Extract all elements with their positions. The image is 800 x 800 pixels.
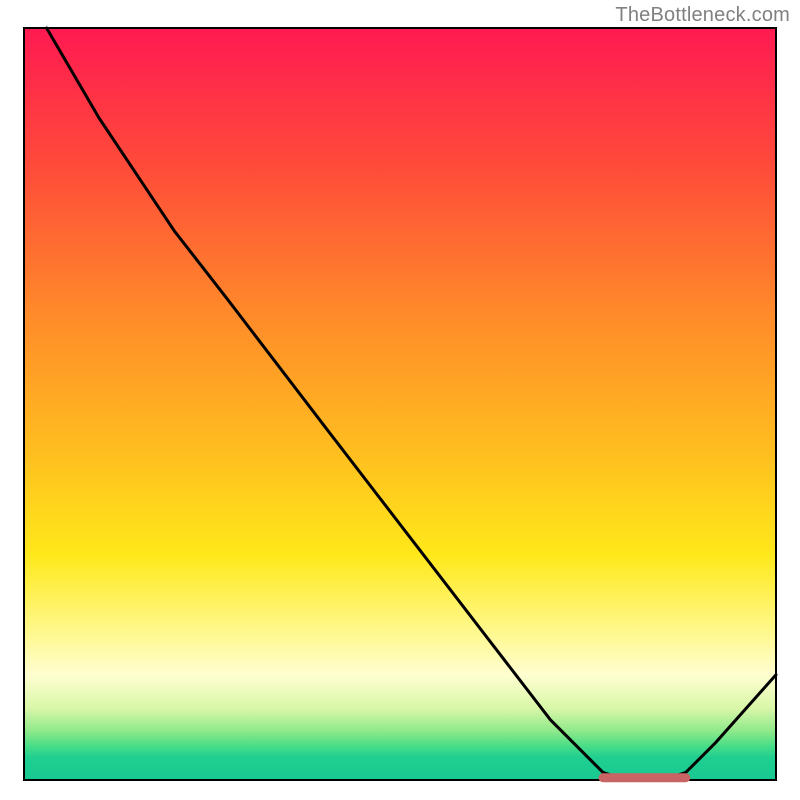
bottleneck-plot — [0, 0, 800, 800]
chart-canvas: TheBottleneck.com — [0, 0, 800, 800]
gradient-background — [24, 28, 776, 780]
